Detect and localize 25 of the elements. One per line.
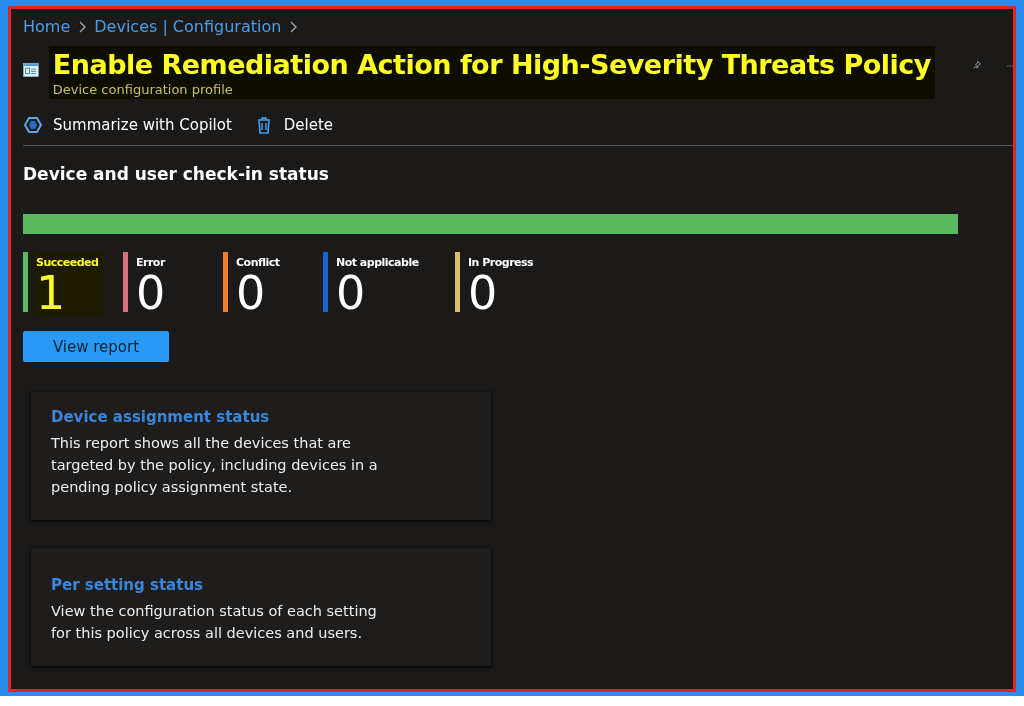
report-description: View the configuration status of each setting for this policy across all devices and users.: [51, 602, 378, 643]
status-count: 0: [336, 269, 366, 317]
delete-button[interactable]: Delete: [253, 115, 334, 135]
status-count: 0: [468, 269, 498, 317]
status-count: 0: [236, 269, 267, 317]
copilot-icon: [23, 115, 43, 135]
status-label: Conflict: [236, 256, 280, 269]
section-title: Device and user check-in status: [23, 164, 330, 184]
report-link[interactable]: Device assignment status: [51, 408, 471, 426]
copilot-button[interactable]: Summarize with Copilot: [23, 115, 232, 135]
breadcrumb-link[interactable]: Home: [23, 17, 71, 36]
page-subtitle: Device configuration profile: [52, 82, 234, 97]
status-label: In Progress: [468, 256, 534, 269]
status-label: Error: [136, 256, 166, 269]
status-label: Succeeded: [36, 256, 99, 269]
status-count: 0: [136, 269, 166, 317]
status-label: Not applicable: [336, 256, 419, 269]
report-description: This report shows all the devices that are targeted by the policy, including devices in a pending policy assignment state.: [51, 434, 379, 497]
chevron-icon: [289, 20, 298, 33]
status-count: 1: [36, 269, 67, 317]
breadcrumb-link[interactable]: Devices | Configuration: [94, 17, 282, 36]
view-report-button[interactable]: View report: [23, 331, 169, 362]
report-link[interactable]: Per setting status: [51, 576, 471, 594]
chevron-icon: [78, 20, 87, 33]
page-title: Enable Remediation Action for High-Severity Threats Policy: [52, 48, 931, 82]
